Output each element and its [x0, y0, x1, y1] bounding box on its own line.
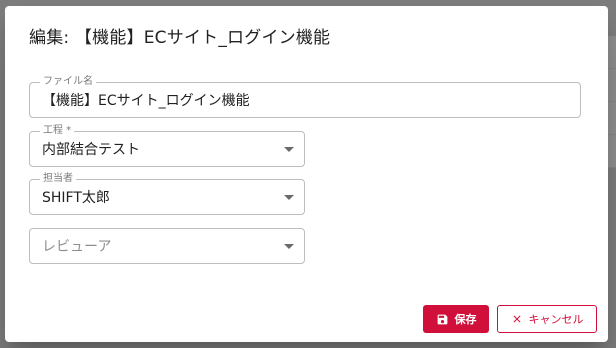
close-icon: [511, 313, 523, 325]
cancel-button-label: キャンセル: [528, 313, 584, 326]
save-icon: [436, 313, 449, 326]
reviewer-select[interactable]: レビューア: [29, 228, 305, 264]
dropdown-arrow-icon[interactable]: [284, 195, 294, 200]
process-value: 内部結合テスト: [42, 142, 140, 158]
save-button-label: 保存: [454, 313, 477, 326]
dropdown-arrow-icon[interactable]: [284, 244, 294, 249]
dropdown-arrow-icon[interactable]: [284, 147, 294, 152]
reviewer-placeholder: レビューア: [42, 239, 112, 255]
cancel-button[interactable]: キャンセル: [497, 305, 597, 333]
file-name-field[interactable]: ファイル名 【機能】ECサイト_ログイン機能: [29, 76, 581, 118]
process-select[interactable]: 工程 * 内部結合テスト: [29, 125, 305, 167]
assignee-value: SHIFT太郎: [42, 190, 110, 206]
dialog-title: 編集: 【機能】ECサイト_ログイン機能: [29, 28, 331, 48]
save-button[interactable]: 保存: [423, 305, 489, 333]
edit-dialog: 編集: 【機能】ECサイト_ログイン機能 ファイル名 【機能】ECサイト_ログイ…: [5, 6, 608, 342]
assignee-select[interactable]: 担当者 SHIFT太郎: [29, 173, 305, 215]
file-name-value[interactable]: 【機能】ECサイト_ログイン機能: [42, 83, 250, 117]
